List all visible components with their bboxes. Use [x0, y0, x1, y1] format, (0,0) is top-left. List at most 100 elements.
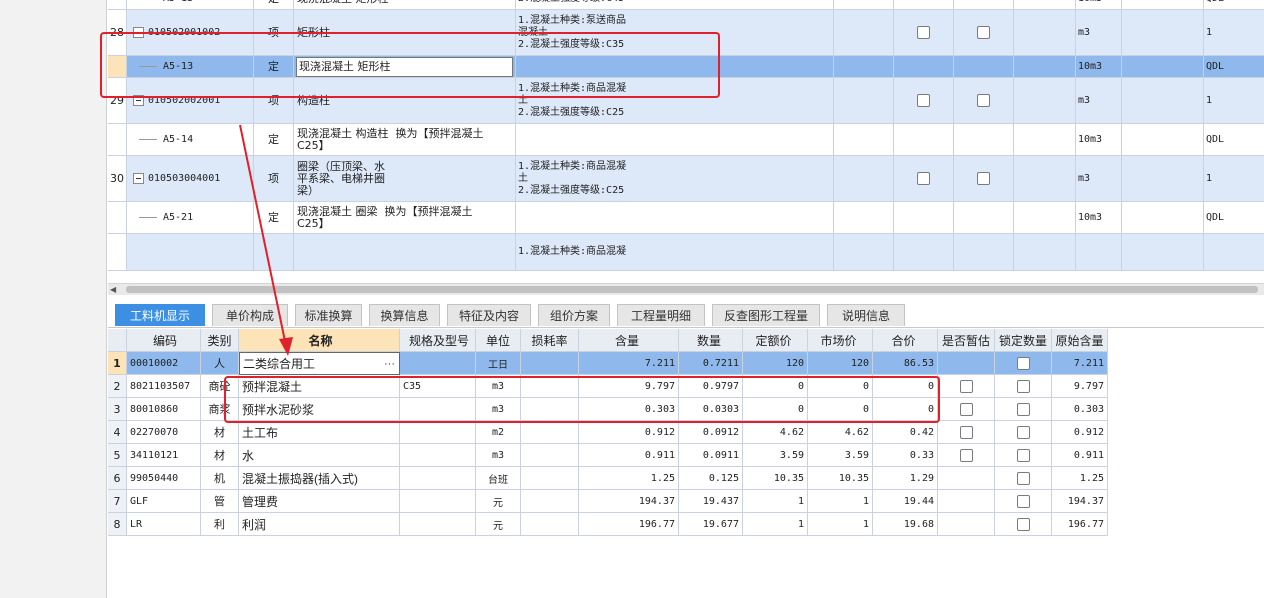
- lock-qty-cell[interactable]: [995, 398, 1052, 421]
- content-cell[interactable]: 0.912: [579, 421, 679, 444]
- name-cell[interactable]: 管理费: [239, 490, 400, 513]
- category-cell[interactable]: 管: [201, 490, 239, 513]
- name-cell[interactable]: 现浇混凝土 矩形柱: [294, 0, 516, 10]
- empty-cell[interactable]: [1014, 78, 1076, 124]
- category-cell[interactable]: 人: [201, 352, 239, 375]
- category-cell[interactable]: 商砼: [201, 375, 239, 398]
- total-cell[interactable]: 0.33: [873, 444, 938, 467]
- feature-cell[interactable]: [516, 202, 834, 234]
- feature-cell[interactable]: 1.混凝土种类:商品混凝 土 2.混凝土强度等级:C25: [516, 156, 834, 202]
- lock-qty-checkbox[interactable]: [1016, 425, 1030, 439]
- collapse-icon[interactable]: [133, 27, 144, 38]
- quantity-cell[interactable]: 19.437: [679, 490, 743, 513]
- category-cell[interactable]: 定: [254, 124, 294, 156]
- empty-cell[interactable]: [1122, 234, 1204, 271]
- spec-cell[interactable]: [400, 490, 476, 513]
- original-content-cell[interactable]: 0.911: [1052, 444, 1108, 467]
- tab-resources[interactable]: 工料机显示: [115, 304, 205, 326]
- market-price-cell[interactable]: 120: [808, 352, 873, 375]
- resource-row[interactable]: 3 80010860 商浆 预拌水泥砂浆 m3 0.303 0.0303 0 0 0 0.303: [108, 398, 1108, 421]
- feature-cell[interactable]: 2.混凝土强度等级:C45: [516, 0, 834, 10]
- col-header-spec[interactable]: 规格及型号: [400, 329, 476, 352]
- name-cell[interactable]: 利润: [239, 513, 400, 536]
- quota-price-cell[interactable]: 10.35: [743, 467, 808, 490]
- spec-cell[interactable]: C35: [400, 375, 476, 398]
- empty-cell[interactable]: [1014, 10, 1076, 56]
- checkbox[interactable]: [917, 26, 930, 39]
- tab-description[interactable]: 说明信息: [827, 304, 905, 326]
- col-header-provisional[interactable]: 是否暂估: [938, 329, 995, 352]
- col-header-unit[interactable]: 单位: [476, 329, 521, 352]
- lock-qty-checkbox[interactable]: [1016, 402, 1030, 416]
- total-cell[interactable]: 1.29: [873, 467, 938, 490]
- provisional-cell[interactable]: [938, 421, 995, 444]
- content-cell[interactable]: 9.797: [579, 375, 679, 398]
- market-price-cell[interactable]: 3.59: [808, 444, 873, 467]
- unit-cell[interactable]: m3: [1076, 78, 1122, 124]
- quantity-cell[interactable]: 0.0911: [679, 444, 743, 467]
- total-cell[interactable]: 0.42: [873, 421, 938, 444]
- bill-grid[interactable]: A5-13定现浇混凝土 矩形柱2.混凝土强度等级:C4510m3QDL0.128…: [108, 0, 1264, 283]
- name-cell[interactable]: 混凝土振捣器(插入式): [239, 467, 400, 490]
- row-index[interactable]: [108, 0, 127, 10]
- lock-qty-checkbox[interactable]: [1016, 471, 1030, 485]
- unit-cell[interactable]: m3: [476, 398, 521, 421]
- code-cell[interactable]: 02270070: [127, 421, 201, 444]
- category-cell[interactable]: 定: [254, 202, 294, 234]
- tab-unit-price[interactable]: 单价构成: [212, 304, 288, 326]
- lock-qty-cell[interactable]: [995, 467, 1052, 490]
- market-price-cell[interactable]: 0: [808, 398, 873, 421]
- bill-row[interactable]: 30 010503004001 项圈梁（压顶梁、水 平系梁、电梯井圈 梁） 1.混凝土…: [108, 156, 1264, 202]
- original-content-cell[interactable]: 0.912: [1052, 421, 1108, 444]
- tab-conversion-info[interactable]: 换算信息: [369, 304, 440, 326]
- loss-rate-cell[interactable]: [521, 467, 579, 490]
- feature-cell[interactable]: [516, 124, 834, 156]
- original-content-cell[interactable]: 9.797: [1052, 375, 1108, 398]
- original-content-cell[interactable]: 194.37: [1052, 490, 1108, 513]
- row-index[interactable]: [108, 56, 127, 78]
- feature-cell[interactable]: [516, 56, 834, 78]
- provisional-cell[interactable]: [938, 467, 995, 490]
- spec-cell[interactable]: [400, 513, 476, 536]
- feature-cell[interactable]: 1.混凝土种类:泵送商品 混凝土 2.混凝土强度等级:C35: [516, 10, 834, 56]
- checkbox[interactable]: [917, 172, 930, 185]
- provisional-cell[interactable]: [938, 444, 995, 467]
- total-cell[interactable]: 0: [873, 375, 938, 398]
- tab-graphic-quantity[interactable]: 反查图形工程量: [712, 304, 820, 326]
- col-header-market-price[interactable]: 市场价: [808, 329, 873, 352]
- category-cell[interactable]: 商浆: [201, 398, 239, 421]
- category-cell[interactable]: 项: [254, 78, 294, 124]
- code-cell[interactable]: [127, 234, 254, 271]
- code-cell[interactable]: A5-13: [127, 0, 254, 10]
- empty-cell[interactable]: [1122, 56, 1204, 78]
- original-content-cell[interactable]: 0.303: [1052, 398, 1108, 421]
- resource-row[interactable]: 8 LR 利利润元 196.77 19.677 1 1 19.68 196.77: [108, 513, 1108, 536]
- col-header-content[interactable]: 含量: [579, 329, 679, 352]
- empty-cell[interactable]: [834, 56, 894, 78]
- quantity-cell[interactable]: 19.677: [679, 513, 743, 536]
- lock-qty-cell[interactable]: [995, 490, 1052, 513]
- empty-cell[interactable]: [1122, 0, 1204, 10]
- check-cell-1[interactable]: [894, 202, 954, 234]
- category-cell[interactable]: 材: [201, 421, 239, 444]
- name-cell[interactable]: 二类综合用工 ···: [239, 352, 400, 375]
- name-cell[interactable]: 现浇混凝土 构造柱 换为【预拌混凝土 C25】: [294, 124, 516, 156]
- provisional-cell[interactable]: [938, 398, 995, 421]
- row-index[interactable]: 29: [108, 78, 127, 124]
- provisional-cell[interactable]: [938, 352, 995, 375]
- content-cell[interactable]: 7.211: [579, 352, 679, 375]
- name-cell[interactable]: 预拌混凝土: [239, 375, 400, 398]
- loss-rate-cell[interactable]: [521, 421, 579, 444]
- empty-cell[interactable]: [834, 156, 894, 202]
- lock-qty-checkbox[interactable]: [1016, 379, 1030, 393]
- checkbox[interactable]: [917, 94, 930, 107]
- code-cell[interactable]: A5-14: [127, 124, 254, 156]
- unit-cell[interactable]: m3: [476, 444, 521, 467]
- provisional-checkbox[interactable]: [959, 425, 973, 439]
- empty-cell[interactable]: [1014, 202, 1076, 234]
- empty-cell[interactable]: [834, 0, 894, 10]
- spec-cell[interactable]: [400, 352, 476, 375]
- empty-cell[interactable]: [834, 124, 894, 156]
- code-cell[interactable]: GLF: [127, 490, 201, 513]
- name-cell[interactable]: 预拌水泥砂浆: [239, 398, 400, 421]
